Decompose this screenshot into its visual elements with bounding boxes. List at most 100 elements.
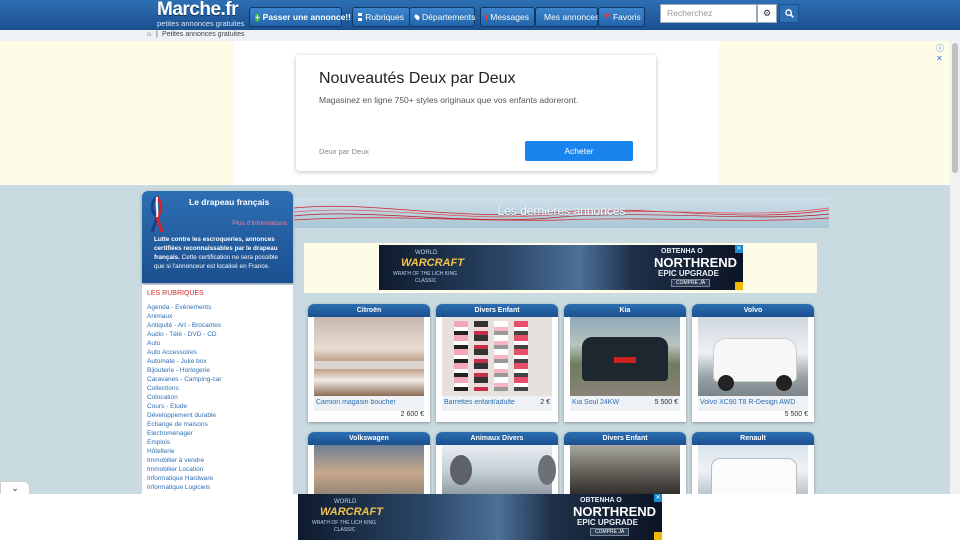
listing-photo[interactable] bbox=[314, 317, 424, 396]
heart-icon: ♥ bbox=[604, 11, 610, 22]
listing-price: 5 500 € bbox=[654, 399, 678, 406]
category-link[interactable]: Immobilier à vendre bbox=[147, 457, 204, 464]
category-link[interactable]: Informatique Hardware bbox=[147, 475, 213, 482]
favorites-button[interactable]: ♥ Favoris bbox=[598, 7, 645, 27]
game-logo-expansion: WRATH OF THE LICH KING bbox=[312, 520, 376, 526]
listing-card[interactable]: Animaux Divers bbox=[436, 432, 558, 496]
listing-card[interactable]: Divers Enfant bbox=[564, 432, 686, 496]
latest-ads-title: Les dernières annonces bbox=[497, 204, 626, 218]
rubriques-button[interactable]: Rubriques bbox=[352, 7, 410, 27]
category-link[interactable]: Développement durable bbox=[147, 412, 216, 419]
plus-icon: + bbox=[255, 12, 260, 22]
listing-card[interactable]: Citroën Camion magasin boucherie épi... … bbox=[308, 304, 430, 422]
game-logo-expansion: WRATH OF THE LICH KING bbox=[393, 271, 457, 277]
listing-photo[interactable] bbox=[442, 317, 552, 396]
ad-close-icon[interactable]: ✕ bbox=[654, 494, 662, 502]
listing-card[interactable]: Volvo Volvo XC90 T8 R-Design AWD 5 500 € bbox=[692, 304, 814, 422]
category-link[interactable]: Colocation bbox=[147, 394, 178, 401]
game-logo-classic: CLASSIC bbox=[415, 278, 437, 284]
logo-tagline: petites annonces gratuites bbox=[157, 19, 245, 28]
category-link[interactable]: Collections bbox=[147, 385, 179, 392]
advanced-search-button[interactable]: ⚙ bbox=[757, 4, 777, 23]
ad-line-obtain: OBTENHA O bbox=[661, 248, 703, 255]
home-icon[interactable]: ⌂ bbox=[147, 31, 151, 38]
category-link[interactable]: Cours - Etude bbox=[147, 403, 187, 410]
ad-line-northrend: NORTHREND bbox=[573, 504, 657, 519]
breadcrumb-separator: | bbox=[156, 31, 158, 38]
category-link[interactable]: Antiquité - Art - Brocantes bbox=[147, 322, 221, 329]
post-ad-label: Passer une annonce!! bbox=[262, 12, 352, 22]
category-link[interactable]: Hôtellerie bbox=[147, 448, 174, 455]
departements-button[interactable]: Départements bbox=[409, 7, 475, 27]
gears-icon: ⚙ bbox=[762, 8, 772, 18]
messages-button[interactable]: Messages bbox=[480, 7, 535, 27]
listing-photo[interactable] bbox=[442, 445, 556, 496]
category-link[interactable]: Caravanes - Camping-car bbox=[147, 376, 221, 383]
scrollbar[interactable] bbox=[950, 41, 960, 496]
listing-category: Volvo bbox=[692, 304, 814, 317]
ad-buy-button[interactable]: COMPRE JÁ bbox=[671, 279, 711, 287]
bottom-game-banner-ad[interactable]: WORLD WARCRAFT WRATH OF THE LICH KING CL… bbox=[298, 494, 662, 540]
ad-line-upgrade: EPIC UPGRADE bbox=[658, 269, 719, 278]
listing-card[interactable]: Volkswagen bbox=[308, 432, 430, 496]
listing-card[interactable]: Renault bbox=[692, 432, 814, 496]
ad-choices-icon[interactable]: ⓘ ✕ bbox=[936, 43, 944, 63]
category-link[interactable]: Emplois bbox=[147, 439, 170, 446]
my-ads-button[interactable]: Mes annonces bbox=[535, 7, 600, 27]
ad-close-icon[interactable]: ✕ bbox=[735, 245, 743, 253]
my-ads-label: Mes annonces bbox=[544, 12, 600, 22]
listing-photo[interactable] bbox=[570, 317, 680, 396]
listing-card[interactable]: Kia Kia Soul 24KW 5 500 € bbox=[564, 304, 686, 422]
ad-card[interactable]: Nouveautés Deux par Deux Magasinez en li… bbox=[296, 55, 656, 171]
listing-title[interactable]: Kia Soul 24KW bbox=[572, 399, 652, 406]
category-link[interactable]: Auto Accessoires bbox=[147, 349, 197, 356]
category-link[interactable]: Bijouterie - Horlogerie bbox=[147, 367, 210, 374]
category-link[interactable]: Auto bbox=[147, 340, 160, 347]
scrollbar-thumb[interactable] bbox=[952, 43, 958, 173]
listing-category: Animaux Divers bbox=[436, 432, 558, 445]
ad-cta-button[interactable]: Acheter bbox=[525, 141, 633, 161]
envelope-icon bbox=[486, 13, 488, 21]
post-ad-button[interactable]: + Passer une annonce!! bbox=[249, 7, 351, 27]
rubriques-label: Rubriques bbox=[365, 12, 404, 22]
listing-card[interactable]: Divers Enfant Barrettes enfant/adulte 2 … bbox=[436, 304, 558, 422]
category-link[interactable]: Immobilier Location bbox=[147, 466, 203, 473]
category-link[interactable]: Agenda - Evènements bbox=[147, 304, 211, 311]
listing-title[interactable]: Barrettes enfant/adulte bbox=[444, 399, 524, 406]
category-link[interactable]: Animaux bbox=[147, 313, 172, 320]
categories-heading: LES RUBRIQUES bbox=[147, 290, 204, 297]
game-logo-world: WORLD bbox=[334, 499, 357, 505]
listing-photo[interactable] bbox=[570, 445, 680, 496]
search-input[interactable]: Recherchez bbox=[660, 4, 757, 23]
game-banner-ad[interactable]: WORLD WARCRAFT WRATH OF THE LICH KING CL… bbox=[379, 245, 743, 290]
listing-photo[interactable] bbox=[314, 445, 424, 496]
ad-info-icon[interactable] bbox=[654, 532, 662, 540]
category-link[interactable]: Audio - Télé - DVD - CD bbox=[147, 331, 217, 338]
flag-ribbon-icon bbox=[150, 195, 164, 233]
game-logo-warcraft: WARCRAFT bbox=[401, 257, 464, 269]
map-pin-icon bbox=[413, 13, 421, 21]
listing-photo[interactable] bbox=[698, 317, 808, 396]
breadcrumb-current[interactable]: Petites annonces gratuites bbox=[162, 31, 245, 38]
listing-title[interactable]: Camion magasin boucherie épi... bbox=[316, 399, 396, 406]
category-link[interactable]: Echange de maisons bbox=[147, 421, 208, 428]
listing-title[interactable]: Volvo XC90 T8 R-Design AWD bbox=[700, 399, 806, 406]
ad-buy-button[interactable]: COMPRE JÁ bbox=[590, 528, 630, 536]
game-logo-warcraft: WARCRAFT bbox=[320, 506, 383, 518]
top-ad[interactable]: ⓘ ✕ Nouveautés Deux par Deux Magasinez e… bbox=[234, 41, 944, 185]
category-link[interactable]: Electroménager bbox=[147, 430, 193, 437]
latest-ads-header: Les dernières annonces bbox=[294, 198, 829, 228]
search-button[interactable] bbox=[779, 4, 799, 23]
listing-category: Kia bbox=[564, 304, 686, 317]
more-info-link[interactable]: Plus d'informations bbox=[232, 220, 287, 227]
search-icon bbox=[784, 9, 794, 18]
ad-info-icon[interactable] bbox=[735, 282, 743, 290]
category-link[interactable]: Informatique Logiciels bbox=[147, 484, 210, 491]
ad-text: Magasinez en ligne 750+ styles originaux… bbox=[319, 95, 579, 105]
listing-price: 2 € bbox=[540, 399, 550, 406]
site-logo[interactable]: Marche.fr petites annonces gratuites bbox=[157, 0, 245, 29]
category-link[interactable]: Automate - Juke box bbox=[147, 358, 207, 365]
chevron-down-icon: ⌄ bbox=[11, 483, 19, 493]
listing-photo[interactable] bbox=[698, 445, 808, 496]
favorites-label: Favoris bbox=[612, 12, 641, 22]
